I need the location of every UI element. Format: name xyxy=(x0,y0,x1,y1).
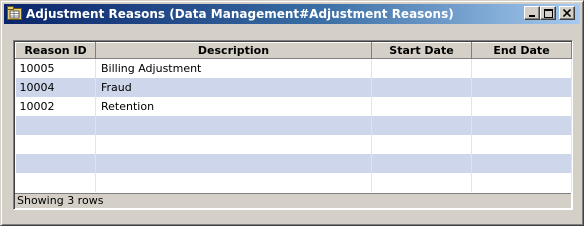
status-bar: Showing 3 rows xyxy=(15,193,571,208)
table-row[interactable] xyxy=(15,172,572,192)
cell-end-date[interactable] xyxy=(471,172,572,192)
cell-end-date[interactable] xyxy=(471,134,572,154)
column-header-reason-id[interactable]: Reason ID xyxy=(15,42,96,59)
cell-description[interactable]: Fraud xyxy=(95,77,372,97)
cell-reason-id[interactable] xyxy=(15,134,96,154)
cell-end-date[interactable] xyxy=(471,115,572,135)
folder-grid-icon xyxy=(7,6,23,21)
cell-description[interactable]: Billing Adjustment xyxy=(95,58,372,78)
cell-reason-id[interactable]: 10005 xyxy=(15,58,96,78)
cell-start-date[interactable] xyxy=(371,115,472,135)
title-bar[interactable]: Adjustment Reasons (Data Management#Adju… xyxy=(4,4,580,24)
column-header-description[interactable]: Description xyxy=(95,42,372,59)
minimize-icon xyxy=(529,15,535,17)
close-icon xyxy=(563,9,571,17)
cell-reason-id[interactable]: 10004 xyxy=(15,77,96,97)
data-grid[interactable]: Reason ID Description Start Date End Dat… xyxy=(13,40,573,210)
window-title: Adjustment Reasons (Data Management#Adju… xyxy=(26,7,454,21)
cell-start-date[interactable] xyxy=(371,153,472,173)
adjustment-reasons-window: Adjustment Reasons (Data Management#Adju… xyxy=(0,0,584,226)
reasons-table: Reason ID Description Start Date End Dat… xyxy=(15,42,572,192)
table-row[interactable] xyxy=(15,115,572,135)
cell-start-date[interactable] xyxy=(371,77,472,97)
cell-start-date[interactable] xyxy=(371,134,472,154)
cell-start-date[interactable] xyxy=(371,172,472,192)
minimize-button[interactable] xyxy=(524,6,540,20)
maximize-button[interactable] xyxy=(540,6,556,20)
cell-end-date[interactable] xyxy=(471,58,572,78)
cell-reason-id[interactable] xyxy=(15,115,96,135)
column-header-end-date[interactable]: End Date xyxy=(471,42,572,59)
cell-start-date[interactable] xyxy=(371,96,472,116)
table-row[interactable] xyxy=(15,134,572,154)
cell-reason-id[interactable]: 10002 xyxy=(15,96,96,116)
maximize-icon xyxy=(544,9,553,18)
cell-end-date[interactable] xyxy=(471,96,572,116)
cell-end-date[interactable] xyxy=(471,153,572,173)
close-button[interactable] xyxy=(559,6,575,20)
cell-reason-id[interactable] xyxy=(15,172,96,192)
cell-start-date[interactable] xyxy=(371,58,472,78)
table-row[interactable]: 10002 Retention xyxy=(15,96,572,116)
cell-description[interactable] xyxy=(95,115,372,135)
cell-description[interactable] xyxy=(95,134,372,154)
cell-reason-id[interactable] xyxy=(15,153,96,173)
cell-description[interactable] xyxy=(95,172,372,192)
cell-end-date[interactable] xyxy=(471,77,572,97)
cell-description[interactable] xyxy=(95,153,372,173)
table-row[interactable]: 10005 Billing Adjustment xyxy=(15,58,572,78)
cell-description[interactable]: Retention xyxy=(95,96,372,116)
table-row[interactable]: 10004 Fraud xyxy=(15,77,572,97)
column-header-start-date[interactable]: Start Date xyxy=(371,42,472,59)
table-row[interactable] xyxy=(15,153,572,173)
